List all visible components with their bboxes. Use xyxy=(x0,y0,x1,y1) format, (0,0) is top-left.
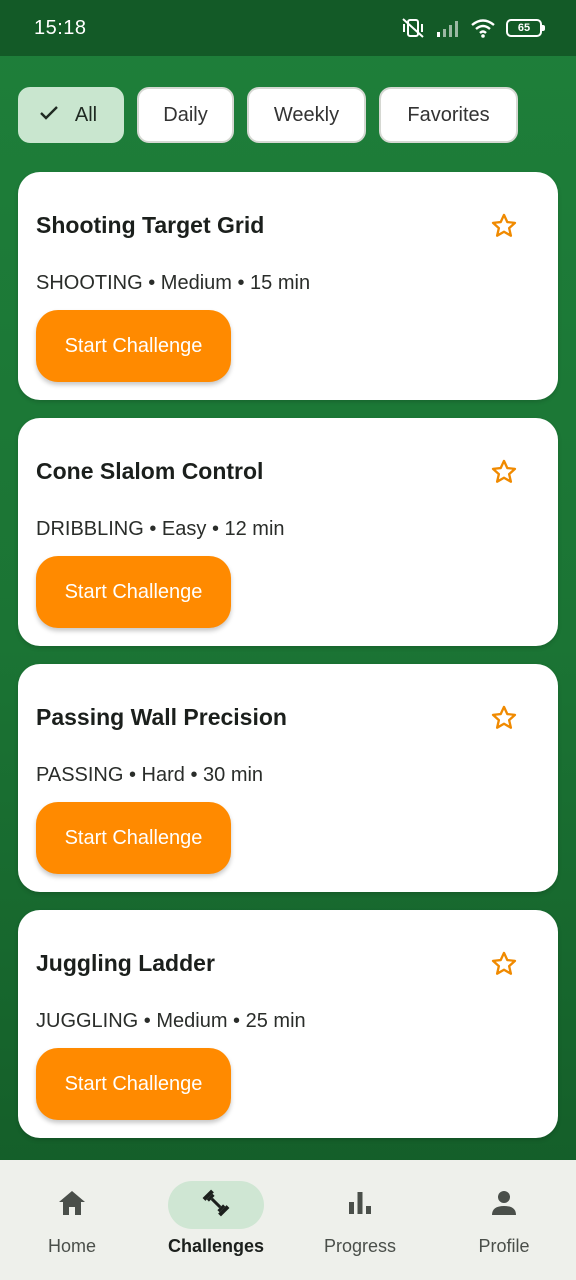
start-challenge-button[interactable]: Start Challenge xyxy=(36,556,231,628)
bar-chart-icon xyxy=(346,1190,374,1221)
wifi-icon xyxy=(470,18,496,38)
star-outline-icon[interactable] xyxy=(490,704,518,737)
nav-icon-container xyxy=(168,1181,264,1229)
challenge-card[interactable]: Cone Slalom Control DRIBBLING • Easy • 1… xyxy=(18,418,558,646)
nav-item-profile[interactable]: Profile xyxy=(432,1160,576,1280)
nav-item-challenges[interactable]: Challenges xyxy=(144,1160,288,1280)
filter-chip-label: Favorites xyxy=(407,103,490,126)
challenge-list: Shooting Target Grid SHOOTING • Medium •… xyxy=(18,172,558,1156)
nav-item-home[interactable]: Home xyxy=(0,1160,144,1280)
filter-chip-label: Weekly xyxy=(273,103,340,126)
nav-icon-container xyxy=(312,1181,408,1229)
challenge-card[interactable]: Shooting Target Grid SHOOTING • Medium •… xyxy=(18,172,558,400)
start-challenge-button[interactable]: Start Challenge xyxy=(36,310,231,382)
filter-chip-daily[interactable]: Daily xyxy=(137,87,234,143)
star-outline-icon[interactable] xyxy=(490,950,518,983)
nav-item-progress[interactable]: Progress xyxy=(288,1160,432,1280)
nav-label: Profile xyxy=(478,1236,530,1256)
nav-icon-container xyxy=(456,1181,552,1229)
challenge-title: Juggling Ladder xyxy=(36,950,215,976)
status-icons: 65 xyxy=(400,17,545,39)
star-outline-icon[interactable] xyxy=(490,212,518,245)
challenge-meta: DRIBBLING • Easy • 12 min xyxy=(36,518,285,540)
nav-label: Progress xyxy=(323,1236,397,1256)
start-challenge-button[interactable]: Start Challenge xyxy=(36,1048,231,1120)
battery-icon: 65 xyxy=(506,19,545,37)
star-outline-icon[interactable] xyxy=(490,458,518,491)
start-challenge-button[interactable]: Start Challenge xyxy=(36,802,231,874)
challenge-title: Shooting Target Grid xyxy=(36,212,265,238)
challenge-title: Cone Slalom Control xyxy=(36,458,264,484)
filter-chip-weekly[interactable]: Weekly xyxy=(247,87,366,143)
challenge-meta: JUGGLING • Medium • 25 min xyxy=(36,1010,306,1032)
filter-chips: All Daily Weekly Favorites xyxy=(18,87,518,143)
challenge-card[interactable]: Passing Wall Precision PASSING • Hard • … xyxy=(18,664,558,892)
challenge-meta: SHOOTING • Medium • 15 min xyxy=(36,272,311,294)
nav-label: Home xyxy=(47,1236,96,1256)
nav-label: Challenges xyxy=(167,1236,265,1256)
nav-icon-container xyxy=(24,1181,120,1229)
person-icon xyxy=(490,1189,518,1222)
check-icon xyxy=(39,104,59,127)
challenge-card[interactable]: Juggling Ladder JUGGLING • Medium • 25 m… xyxy=(18,910,558,1138)
status-time: 15:18 xyxy=(34,16,87,39)
filter-chip-favorites[interactable]: Favorites xyxy=(379,87,518,143)
status-bar: 15:18 65 xyxy=(0,0,576,56)
filter-chip-label: All xyxy=(74,103,98,126)
filter-chip-label: Daily xyxy=(163,103,208,126)
challenge-meta: PASSING • Hard • 30 min xyxy=(36,764,264,786)
mute-vibrate-icon xyxy=(400,17,426,39)
bottom-navigation: Home Challenges Progress Profile xyxy=(0,1160,576,1280)
challenge-title: Passing Wall Precision xyxy=(36,704,287,730)
signal-icon xyxy=(436,18,460,38)
dumbbell-icon xyxy=(200,1187,232,1224)
filter-chip-all[interactable]: All xyxy=(18,87,124,143)
home-icon xyxy=(57,1189,87,1222)
